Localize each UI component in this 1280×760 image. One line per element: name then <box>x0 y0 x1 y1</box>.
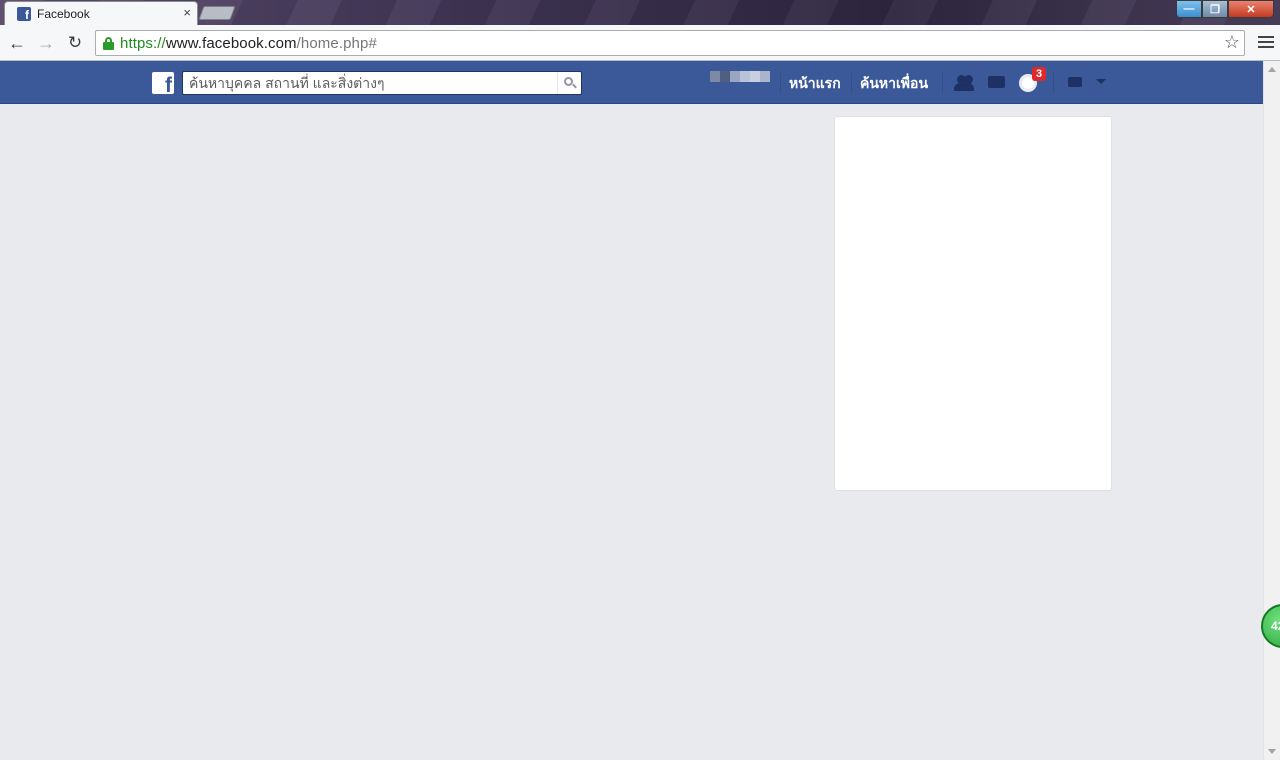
divider <box>851 73 852 93</box>
right-column-panel <box>834 116 1112 491</box>
divider <box>942 73 943 93</box>
facebook-favicon-icon: f <box>17 7 31 22</box>
scroll-up-icon[interactable] <box>1268 67 1276 72</box>
page-scrollbar[interactable] <box>1263 61 1280 760</box>
search-input[interactable] <box>183 72 555 94</box>
maximize-button[interactable]: ❐ <box>1202 0 1228 18</box>
browser-menu-icon[interactable] <box>1258 33 1274 51</box>
scroll-down-icon[interactable] <box>1268 749 1276 754</box>
lock-icon <box>103 37 114 50</box>
back-button[interactable]: ← <box>6 32 28 54</box>
search-box <box>182 71 582 95</box>
facebook-logo-icon[interactable]: f <box>152 72 174 94</box>
divider <box>780 73 781 93</box>
nav-home-link[interactable]: หน้าแรก <box>789 73 841 95</box>
browser-tab[interactable]: f Facebook × <box>4 1 198 25</box>
url-text[interactable]: https://www.facebook.com/home.php# <box>120 35 377 52</box>
facebook-header: f หน้าแรก ค้นหาเพื่อน <box>0 61 1263 104</box>
window-controls: — ❐ ✕ <box>1176 0 1274 18</box>
tab-close-icon[interactable]: × <box>183 5 191 20</box>
close-window-button[interactable]: ✕ <box>1228 0 1274 18</box>
minimize-button[interactable]: — <box>1176 0 1202 18</box>
new-tab-button[interactable] <box>198 6 236 20</box>
address-bar[interactable]: https://www.facebook.com/home.php# ☆ <box>95 30 1245 56</box>
profile-avatar[interactable] <box>710 71 770 93</box>
privacy-shortcuts-icon[interactable] <box>1066 73 1088 93</box>
forward-button[interactable]: → <box>35 32 57 54</box>
nav-find-friends-link[interactable]: ค้นหาเพื่อน <box>860 73 928 95</box>
friend-requests-icon[interactable] <box>954 73 976 93</box>
url-path: /home.php# <box>296 35 377 52</box>
messages-icon[interactable] <box>986 73 1008 93</box>
browser-toolbar: ← → ↻ https://www.facebook.com/home.php#… <box>0 25 1280 61</box>
divider <box>1053 73 1054 93</box>
logo-letter: f <box>165 74 172 94</box>
url-host: www.facebook.com <box>165 35 297 52</box>
notification-count-badge: 3 <box>1032 67 1046 81</box>
reload-button[interactable]: ↻ <box>64 32 86 54</box>
tab-title: Facebook <box>37 7 90 21</box>
url-scheme: https:// <box>120 35 166 52</box>
favicon-letter: f <box>25 8 29 22</box>
account-menu-chevron-down-icon[interactable] <box>1096 79 1106 84</box>
bookmark-star-icon[interactable]: ☆ <box>1224 32 1240 53</box>
search-button[interactable] <box>557 72 581 94</box>
